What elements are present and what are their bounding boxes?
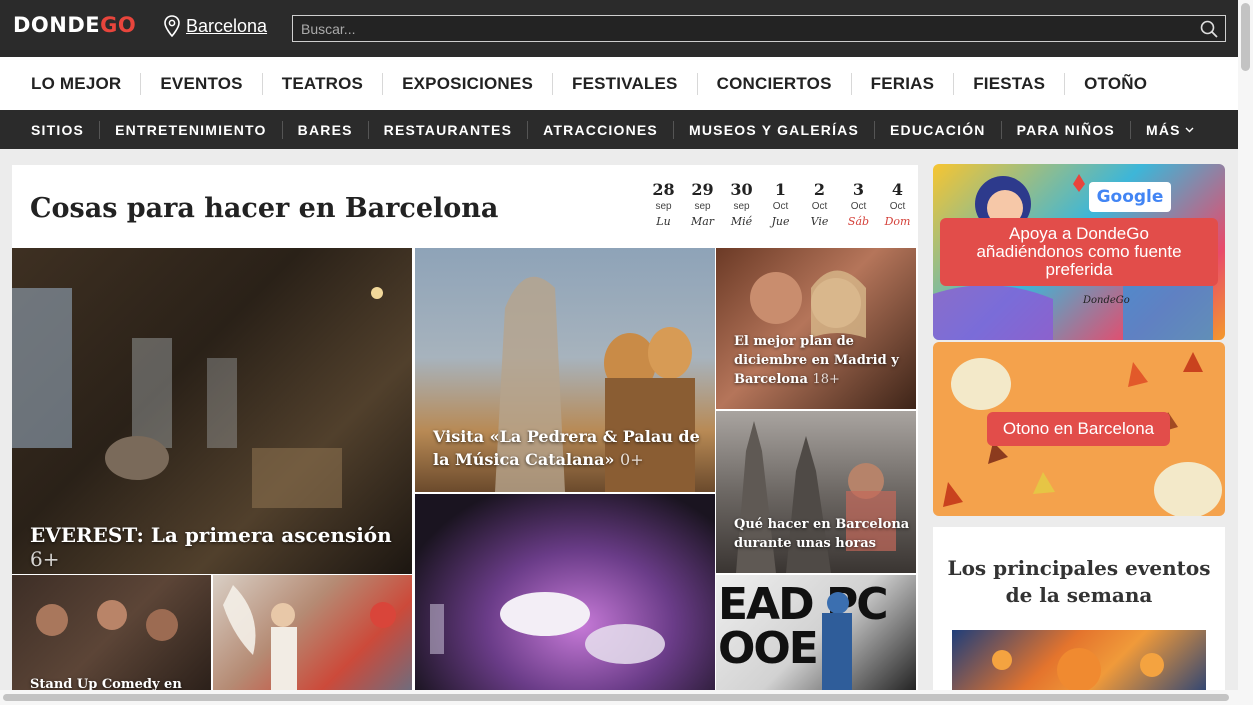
nav-item-atracciones[interactable]: ATRACCIONES <box>528 120 674 139</box>
weekly-events-title: Los principales eventos de la semana <box>947 556 1211 607</box>
secondary-nav: SITIOS ENTRETENIMIENTO BARES RESTAURANTE… <box>0 110 1238 149</box>
promo-brand-text: DondeGo <box>1083 295 1130 306</box>
vertical-scroll-thumb[interactable] <box>1241 3 1250 71</box>
dinner-table-image <box>430 592 665 664</box>
city-selector[interactable]: Barcelona <box>164 15 267 37</box>
nav-item-museos[interactable]: MUSEOS Y GALERÍAS <box>674 120 876 139</box>
promo-banner-text: Apoya a DondeGo añadiéndonos como fuente… <box>940 218 1218 286</box>
google-preferred-promo[interactable]: Google Apoya a DondeGo añadiéndonos como… <box>933 164 1225 340</box>
horizontal-scroll-thumb[interactable] <box>3 694 1229 701</box>
promo-banner-text: Otono en Barcelona <box>987 412 1170 446</box>
things-to-do-card: Cosas para hacer en Barcelona 28 sep Lu 29… <box>12 165 918 695</box>
nav-item-restaurantes[interactable]: RESTAURANTES <box>369 120 529 139</box>
tile-caption: Qué hacer en Barcelona durante unas hora… <box>734 517 910 551</box>
horizontal-scrollbar[interactable] <box>0 690 1238 705</box>
weekly-events-card: Los principales eventos de la semana <box>933 527 1225 702</box>
nav-item-eventos[interactable]: EVENTOS <box>141 72 263 95</box>
search-box <box>292 15 1226 42</box>
primary-nav: LO MEJOR EVENTOS TEATROS EXPOSICIONES FE… <box>0 57 1238 110</box>
top-bar: DONDEGO Barcelona <box>0 0 1238 57</box>
date-3-oct[interactable]: 3 Oct Sáb <box>839 180 878 230</box>
location-pin-icon <box>164 15 180 37</box>
figure-image <box>822 592 852 695</box>
angels-image <box>223 585 396 695</box>
search-icon[interactable] <box>1200 20 1218 38</box>
nav-item-bares[interactable]: BARES <box>283 120 369 139</box>
event-tile-angels[interactable] <box>213 575 412 695</box>
nav-item-teatros[interactable]: TEATROS <box>263 72 384 95</box>
date-1-oct[interactable]: 1 Oct Jue <box>761 180 800 230</box>
google-logo: Google <box>1089 182 1171 212</box>
event-tile-barcelona-horas[interactable]: Qué hacer en Barcelona durante unas hora… <box>716 411 916 573</box>
nav-item-festivales[interactable]: FESTIVALES <box>553 72 698 95</box>
city-label[interactable]: Barcelona <box>186 16 267 37</box>
nav-item-entretenimiento[interactable]: ENTRETENIMIENTO <box>100 120 283 139</box>
nav-item-lo-mejor[interactable]: LO MEJOR <box>12 72 142 95</box>
date-2-oct[interactable]: 2 Oct Vie <box>800 180 839 230</box>
page-title: Cosas para hacer en Barcelona <box>30 193 499 224</box>
date-strip: 28 sep Lu 29 sep Mar 30 sep Mié 1 Oct Jue 2 Oct Vi… <box>644 180 917 230</box>
nav-item-mas[interactable]: MÁS <box>1131 121 1209 139</box>
event-tile-stand-up[interactable]: Stand Up Comedy en <box>12 575 211 695</box>
nav-item-otono[interactable]: OTOÑO <box>1065 73 1166 95</box>
nav-item-conciertos[interactable]: CONCIERTOS <box>698 72 852 95</box>
date-28-sep[interactable]: 28 sep Lu <box>644 180 683 230</box>
vertical-scrollbar[interactable] <box>1238 0 1253 705</box>
tile-caption: El mejor plan de diciembre en Madrid y B… <box>734 334 899 387</box>
nav-item-ferias[interactable]: FERIAS <box>852 72 955 95</box>
nav-item-sitios[interactable]: SITIOS <box>16 120 101 139</box>
tile-caption: Visita «La Pedrera & Palau de la Música … <box>433 427 700 469</box>
event-tile-la-pedrera[interactable]: Visita «La Pedrera & Palau de la Música … <box>415 248 715 492</box>
date-4-oct[interactable]: 4 Oct Dom <box>878 180 917 230</box>
tile-caption: EVEREST: La primera ascensión 6+ <box>30 523 392 571</box>
site-logo[interactable]: DONDEGO <box>13 13 136 37</box>
event-tile-dead-poets[interactable]: EAD PC OOE <box>716 575 916 695</box>
date-29-sep[interactable]: 29 sep Mar <box>683 180 722 230</box>
chevron-down-icon <box>1185 127 1194 132</box>
autumn-promo[interactable]: Otono en Barcelona <box>933 342 1225 516</box>
date-30-sep[interactable]: 30 sep Mié <box>722 180 761 230</box>
nav-item-para-ninos[interactable]: PARA NIÑOS <box>1002 120 1131 139</box>
nav-item-exposiciones[interactable]: EXPOSICIONES <box>383 72 553 95</box>
nav-item-educacion[interactable]: EDUCACIÓN <box>875 120 1002 139</box>
event-tile-dinner[interactable] <box>415 494 715 695</box>
search-input[interactable] <box>293 16 1225 41</box>
nav-item-fiestas[interactable]: FIESTAS <box>954 72 1066 95</box>
event-tile-everest[interactable]: EVEREST: La primera ascensión 6+ <box>12 248 412 574</box>
event-tile-mejor-plan[interactable]: El mejor plan de diciembre en Madrid y B… <box>716 248 916 409</box>
